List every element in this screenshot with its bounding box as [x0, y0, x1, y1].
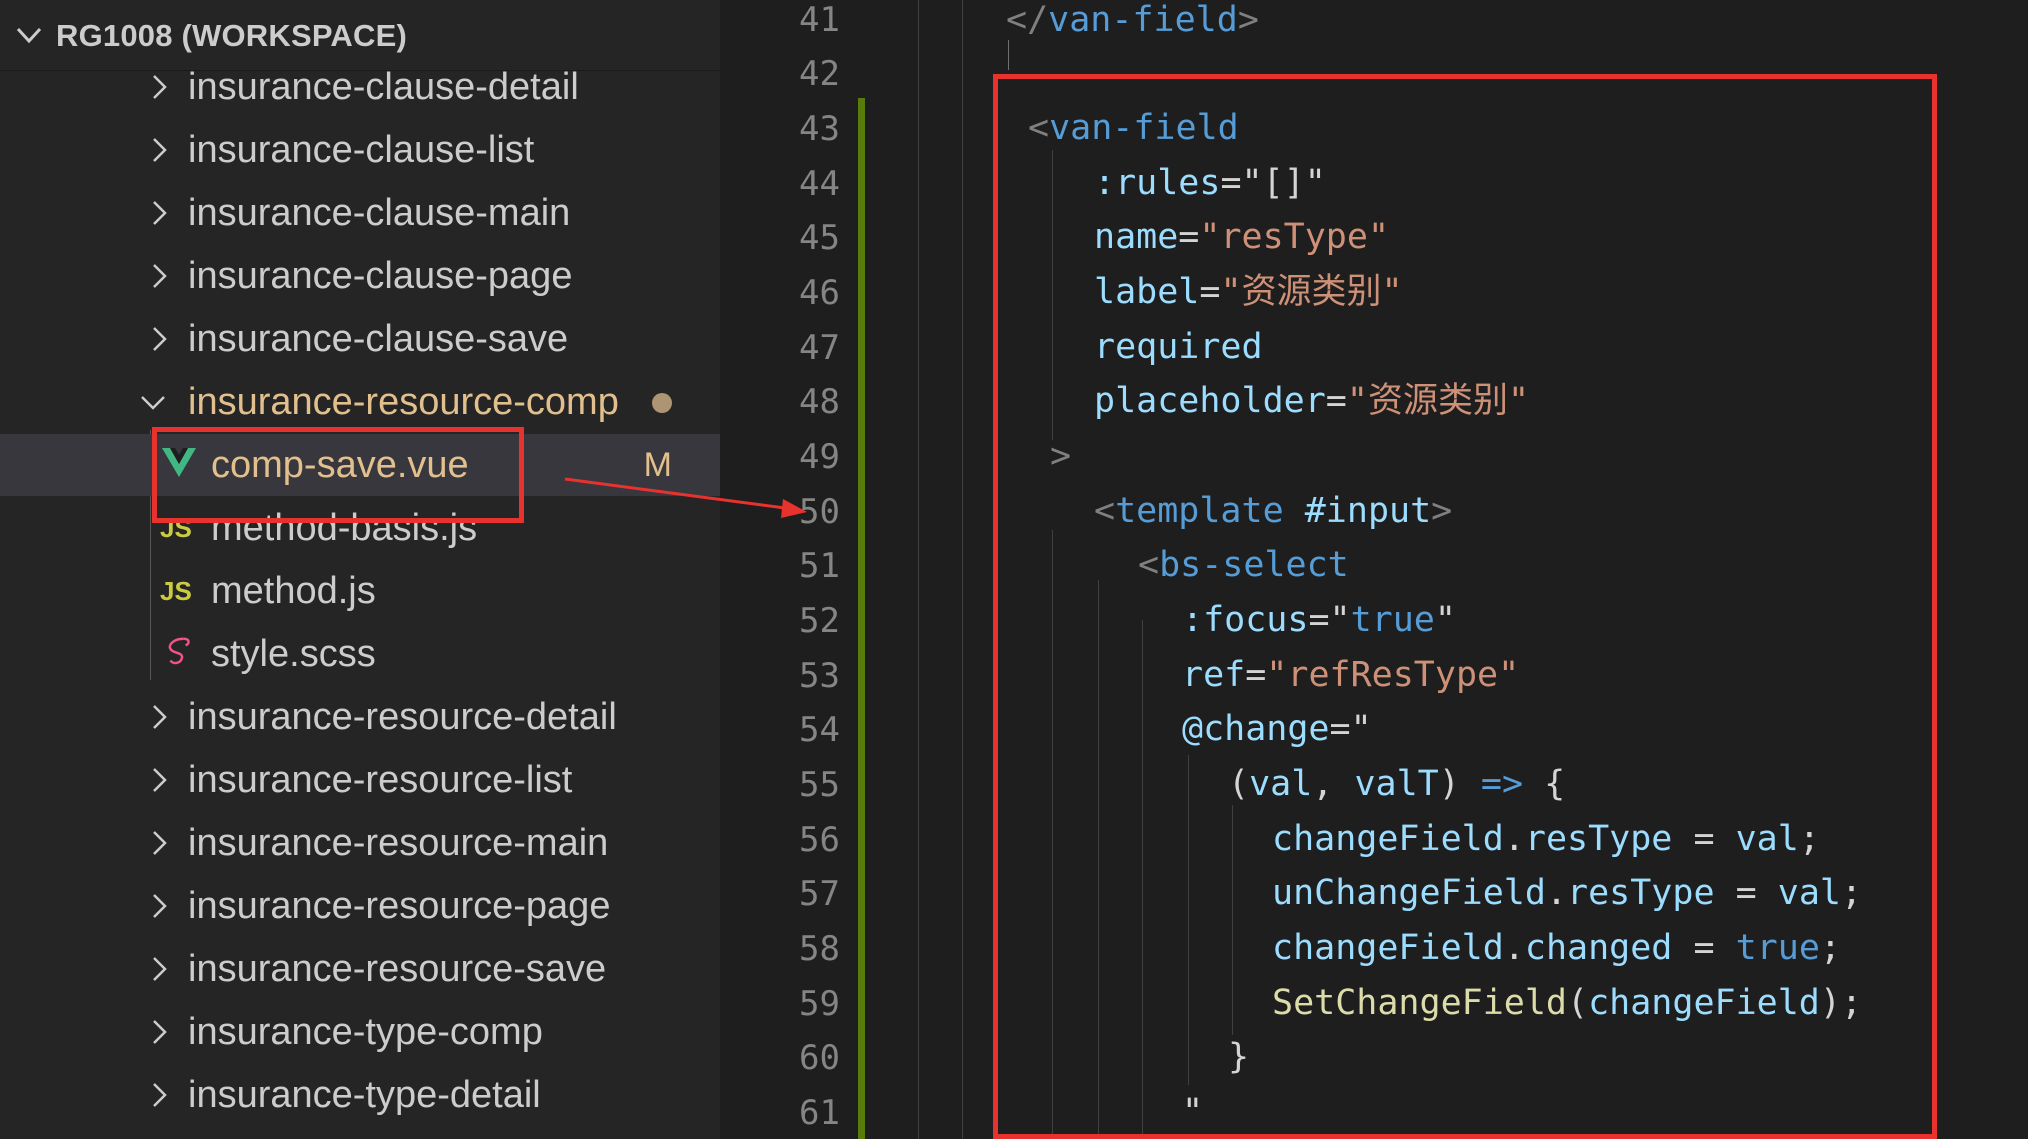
chevron-down-icon: [141, 396, 165, 410]
line-number: 45: [799, 218, 840, 258]
line-number: 59: [799, 984, 840, 1024]
file-label: method.js: [211, 570, 376, 612]
line-number: 50: [799, 492, 840, 532]
folder-label: insurance-resource-save: [188, 948, 607, 990]
folder-label: insurance-clause-main: [188, 192, 571, 234]
line-number: 49: [799, 437, 840, 477]
folder-label: insurance-resource-main: [188, 822, 609, 864]
indent-guide: [918, 0, 919, 1139]
line-number: 51: [799, 546, 840, 586]
folder-row[interactable]: insurance-clause-list: [0, 119, 720, 181]
annotation-box-file: [152, 427, 524, 523]
chevron-right-icon: [153, 957, 167, 981]
line-number: 57: [799, 874, 840, 914]
folder-label: insurance-resource-list: [188, 759, 573, 801]
folder-label: insurance-type-detail: [188, 1074, 541, 1116]
chevron-right-icon: [153, 1083, 167, 1107]
folder-row[interactable]: insurance-clause-page: [0, 245, 720, 307]
folder-row[interactable]: insurance-resource-save: [0, 938, 720, 1000]
folder-row[interactable]: insurance-resource-page: [0, 875, 720, 937]
folder-row[interactable]: insurance-type-comp: [0, 1001, 720, 1063]
indent-guide: [962, 0, 963, 1139]
chevron-right-icon: [153, 768, 167, 792]
modified-dot-icon: [652, 393, 672, 413]
folder-row[interactable]: insurance-clause-save: [0, 308, 720, 370]
sass-icon: [168, 637, 190, 665]
line-number: 61: [799, 1093, 840, 1133]
chevron-down-icon: [16, 27, 42, 44]
line-number: 56: [799, 820, 840, 860]
chevron-right-icon: [153, 201, 167, 225]
js-icon: JS: [160, 576, 192, 606]
folder-row-open[interactable]: insurance-resource-comp: [0, 371, 720, 433]
line-number: 58: [799, 929, 840, 969]
git-modified-badge: M: [643, 446, 672, 484]
file-label: style.scss: [211, 633, 376, 675]
file-row[interactable]: style.scss: [0, 623, 720, 685]
folder-row[interactable]: insurance-clause-detail: [0, 56, 720, 118]
line-number: 41: [799, 0, 840, 40]
folder-row[interactable]: insurance-resource-main: [0, 812, 720, 874]
line-number: 46: [799, 273, 840, 313]
chevron-right-icon: [153, 705, 167, 729]
folder-label: insurance-type-comp: [188, 1011, 543, 1053]
folder-row[interactable]: insurance-type-detail: [0, 1064, 720, 1126]
folder-label: insurance-resource-comp: [188, 381, 619, 423]
line-number: 44: [799, 164, 840, 204]
workspace-title: RG1008 (WORKSPACE): [56, 18, 407, 53]
chevron-right-icon: [153, 1020, 167, 1044]
folder-row[interactable]: insurance-resource-detail: [0, 686, 720, 748]
chevron-right-icon: [153, 138, 167, 162]
annotation-box-code: [993, 74, 1937, 1139]
line-number: 47: [799, 328, 840, 368]
line-number: 42: [799, 54, 840, 94]
chevron-right-icon: [153, 327, 167, 351]
explorer-sidebar: RG1008 (WORKSPACE) insurance-clause-deta…: [0, 0, 720, 1139]
chevron-right-icon: [153, 75, 167, 99]
folder-row[interactable]: insurance-clause-main: [0, 182, 720, 244]
chevron-right-icon: [153, 831, 167, 855]
code-line: </van-field>: [1006, 0, 1259, 40]
chevron-right-icon: [153, 894, 167, 918]
line-number: 52: [799, 601, 840, 641]
line-number: 60: [799, 1038, 840, 1078]
folder-row[interactable]: insurance-resource-list: [0, 749, 720, 811]
indent-guide: [1008, 40, 1009, 70]
folder-label: insurance-resource-page: [188, 885, 611, 927]
folder-label: insurance-clause-save: [188, 318, 569, 360]
line-number: 54: [799, 710, 840, 750]
folder-label: insurance-clause-page: [188, 255, 573, 297]
folder-label: insurance-clause-detail: [188, 66, 579, 108]
git-change-gutter: [858, 98, 865, 1139]
chevron-right-icon: [153, 264, 167, 288]
line-number: 48: [799, 382, 840, 422]
file-row[interactable]: JS method.js: [0, 560, 720, 622]
folder-label: insurance-clause-list: [188, 129, 535, 171]
line-number: 53: [799, 656, 840, 696]
line-number: 43: [799, 109, 840, 149]
folder-label: insurance-resource-detail: [188, 696, 617, 738]
line-number: 55: [799, 765, 840, 805]
